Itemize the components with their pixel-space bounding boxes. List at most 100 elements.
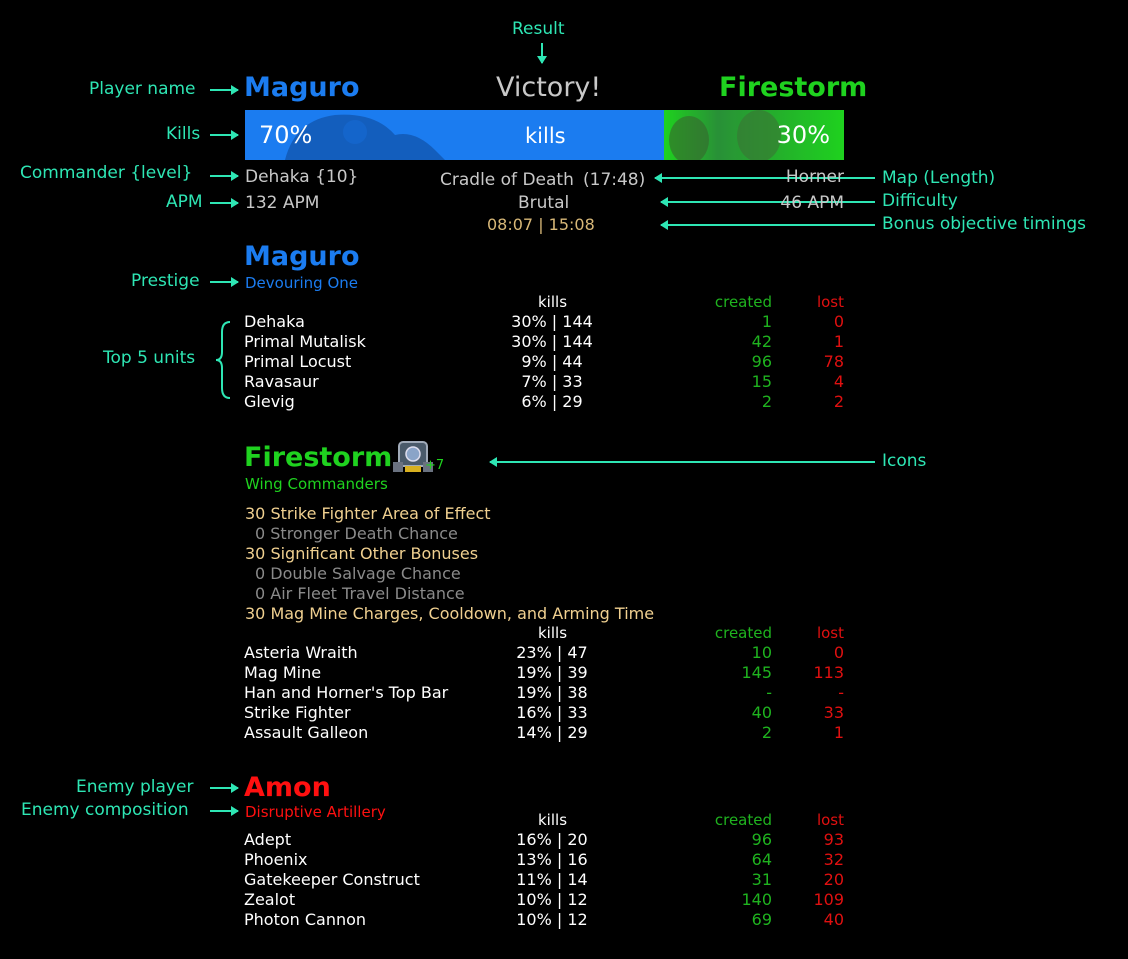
unit-name: Han and Horner's Top Bar xyxy=(244,683,449,702)
game-length: (17:48) xyxy=(583,170,646,190)
unit-lost: 1 xyxy=(833,332,844,351)
unit-created: 96 xyxy=(751,352,772,371)
unit-created: 140 xyxy=(741,890,772,909)
table-row: Adept 16% | 20 96 93 xyxy=(244,830,844,850)
table-row: Asteria Wraith 23% | 47 10 0 xyxy=(244,643,844,663)
player1-apm: 132 APM xyxy=(245,193,320,213)
result-text: Victory! xyxy=(496,72,602,103)
unit-name: Ravasaur xyxy=(244,372,319,391)
table-row: Photon Cannon 10% | 12 69 40 xyxy=(244,910,844,930)
unit-created: 96 xyxy=(751,830,772,849)
annotation-prestige: Prestige xyxy=(131,271,200,291)
brace-icon xyxy=(215,321,231,399)
unit-name: Strike Fighter xyxy=(244,703,351,722)
player1-prestige: Devouring One xyxy=(245,274,359,292)
unit-lost: - xyxy=(838,683,844,702)
unit-lost: 2 xyxy=(833,392,844,411)
kills-bar: 70% kills 30% xyxy=(245,110,844,160)
mag-mine-icon: +7 xyxy=(391,436,444,482)
table-row: Mag Mine 19% | 39 145 113 xyxy=(244,663,844,683)
unit-kills: 14% | 29 xyxy=(516,723,588,742)
player1-commander: Dehaka {10} xyxy=(245,167,359,187)
mastery-item: 30 Significant Other Bonuses xyxy=(245,544,479,563)
mastery-item: 0 Double Salvage Chance xyxy=(255,564,461,583)
difficulty: Brutal xyxy=(518,193,570,213)
unit-created: 10 xyxy=(751,643,772,662)
arrow-right-icon xyxy=(210,171,239,181)
unit-kills: 11% | 14 xyxy=(516,870,588,889)
map-name: Cradle of Death xyxy=(440,170,574,190)
mastery-item: 0 Air Fleet Travel Distance xyxy=(255,584,465,603)
unit-lost: 113 xyxy=(813,663,844,682)
unit-kills: 30% | 144 xyxy=(511,332,593,351)
unit-created: 15 xyxy=(751,372,772,391)
annotation-map-length: Map (Length) xyxy=(882,168,996,188)
unit-kills: 6% | 29 xyxy=(521,392,583,411)
arrow-left-icon xyxy=(660,220,875,230)
arrow-down-icon xyxy=(537,43,547,64)
arrow-left-icon xyxy=(489,457,875,467)
arrow-right-icon xyxy=(210,198,239,208)
player2-section-name: Firestorm xyxy=(244,442,393,473)
unit-created: 31 xyxy=(751,870,772,889)
annotation-player-name: Player name xyxy=(89,79,196,99)
table-row: Primal Locust 9% | 44 96 78 xyxy=(244,352,844,372)
player2-name: Firestorm xyxy=(719,72,868,103)
unit-kills: 23% | 47 xyxy=(516,643,588,662)
unit-kills: 19% | 39 xyxy=(516,663,588,682)
enemy-table-header: kills created lost xyxy=(244,811,844,829)
icon-badge: +7 xyxy=(425,458,445,473)
player1-name: Maguro xyxy=(244,72,360,103)
unit-lost: 93 xyxy=(823,830,844,849)
unit-lost: 0 xyxy=(833,643,844,662)
unit-kills: 10% | 12 xyxy=(516,890,588,909)
unit-created: 42 xyxy=(751,332,772,351)
unit-lost: 4 xyxy=(833,372,844,391)
table-row: Han and Horner's Top Bar 19% | 38 - - xyxy=(244,683,844,703)
table-row: Strike Fighter 16% | 33 40 33 xyxy=(244,703,844,723)
player2-prestige: Wing Commanders xyxy=(245,475,388,493)
unit-name: Mag Mine xyxy=(244,663,322,682)
table-row: Phoenix 13% | 16 64 32 xyxy=(244,850,844,870)
col-created: created xyxy=(714,293,772,311)
unit-kills: 19% | 38 xyxy=(516,683,588,702)
annotation-kills: Kills xyxy=(166,124,201,144)
kills-label: kills xyxy=(525,124,566,148)
unit-kills: 16% | 33 xyxy=(516,703,588,722)
unit-name: Glevig xyxy=(244,392,295,411)
unit-lost: 1 xyxy=(833,723,844,742)
mastery-item: 30 Strike Fighter Area of Effect xyxy=(245,504,491,523)
unit-name: Dehaka xyxy=(244,312,305,331)
unit-name: Adept xyxy=(244,830,292,849)
unit-name: Assault Galleon xyxy=(244,723,369,742)
arrow-right-icon xyxy=(210,783,239,793)
mastery-item: 0 Stronger Death Chance xyxy=(255,524,458,543)
table-row: Zealot 10% | 12 140 109 xyxy=(244,890,844,910)
table-row: Glevig 6% | 29 2 2 xyxy=(244,392,844,412)
unit-lost: 33 xyxy=(823,703,844,722)
table-row: Assault Galleon 14% | 29 2 1 xyxy=(244,723,844,743)
unit-name: Primal Mutalisk xyxy=(244,332,366,351)
unit-lost: 78 xyxy=(823,352,844,371)
unit-kills: 9% | 44 xyxy=(521,352,583,371)
annotation-bonus: Bonus objective timings xyxy=(882,214,1086,234)
annotation-top5: Top 5 units xyxy=(103,348,196,368)
kills-player1-percent: 70% xyxy=(259,121,313,149)
col-kills: kills xyxy=(538,293,568,311)
unit-created: 1 xyxy=(761,312,772,331)
col-created: created xyxy=(714,624,772,642)
player2-apm: 46 APM xyxy=(780,193,844,213)
arrow-right-icon xyxy=(210,130,239,140)
unit-name: Zealot xyxy=(244,890,296,909)
unit-kills: 30% | 144 xyxy=(511,312,593,331)
arrow-right-icon xyxy=(210,85,239,95)
enemy-name: Amon xyxy=(244,772,331,803)
unit-kills: 16% | 20 xyxy=(516,830,588,849)
unit-name: Asteria Wraith xyxy=(244,643,358,662)
annotation-enemy-composition: Enemy composition xyxy=(21,800,189,820)
unit-name: Gatekeeper Construct xyxy=(244,870,420,889)
unit-name: Photon Cannon xyxy=(244,910,367,929)
mastery-item: 30 Mag Mine Charges, Cooldown, and Armin… xyxy=(245,604,655,623)
unit-created: 64 xyxy=(751,850,772,869)
annotation-difficulty: Difficulty xyxy=(882,191,958,211)
